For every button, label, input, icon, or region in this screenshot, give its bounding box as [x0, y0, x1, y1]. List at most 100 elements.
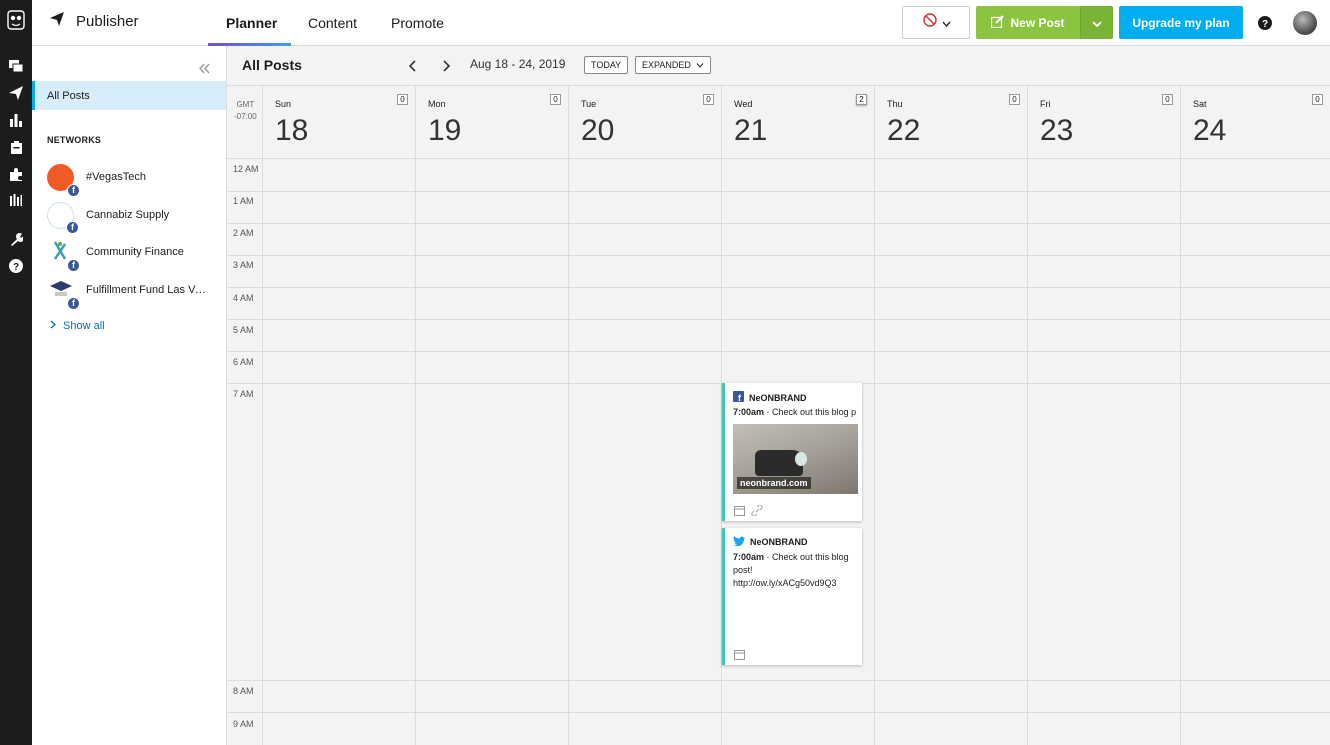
sidebar-network-cannabiz[interactable]: f Cannabiz Supply: [47, 201, 222, 234]
post-count-badge: 2: [856, 94, 867, 105]
day-number: 21: [734, 114, 768, 147]
day-column-divider: [415, 159, 416, 745]
help-icon[interactable]: ?: [8, 258, 24, 274]
sidebar-network-vegastech[interactable]: f #VegasTech: [47, 163, 222, 197]
view-dropdown-label: EXPANDED: [642, 60, 691, 70]
analytics-icon[interactable]: [8, 112, 24, 128]
hour-label: 9 AM: [233, 719, 254, 729]
page-title: All Posts: [242, 57, 302, 73]
chevron-down-icon: [941, 14, 951, 32]
post-text: 7:00am · Check out this blog p: [733, 406, 859, 419]
hour-divider: [227, 255, 1330, 256]
new-post-label: New Post: [1010, 15, 1065, 30]
calendar-icon[interactable]: [734, 647, 745, 665]
day-column-divider: [1180, 159, 1181, 745]
app-rail: ?: [0, 0, 32, 745]
calendar-header: GMT -07:00 Sun 18 0 Mon 19 0 Tue 20 0 Wed 21 2 T…: [227, 85, 1330, 159]
chevron-down-icon: [1092, 14, 1102, 32]
post-account: NeONBRAND: [749, 392, 807, 403]
sidebar-network-community-finance[interactable]: f Community Finance: [47, 238, 222, 272]
post-time: 7:00am: [733, 407, 765, 417]
day-name: Fri: [1040, 99, 1051, 109]
post-card-header: f NeONBRAND: [733, 391, 807, 404]
new-post-dropdown-button[interactable]: [1080, 6, 1113, 39]
link-icon[interactable]: [751, 503, 763, 521]
timezone-label: GMT -07:00: [234, 100, 257, 121]
day-name: Sun: [275, 99, 292, 109]
hour-label: 12 AM: [233, 164, 259, 174]
calendar-icon[interactable]: [734, 503, 745, 521]
hour-label: 3 AM: [233, 260, 254, 270]
post-count-badge: 0: [1009, 94, 1020, 105]
post-body: · Check out this blog: [766, 552, 849, 562]
campaigns-icon[interactable]: [8, 192, 24, 208]
preview-object: [795, 452, 807, 466]
day-number: 18: [275, 114, 309, 147]
svg-text:?: ?: [13, 262, 19, 273]
owl-logo-icon[interactable]: [7, 10, 25, 30]
day-header-wed: Wed 21 2: [721, 86, 874, 159]
tools-wrench-icon[interactable]: [8, 231, 24, 247]
chevron-down-icon: [696, 60, 704, 70]
tab-promote[interactable]: Promote: [391, 0, 444, 46]
post-card[interactable]: f NeONBRAND 7:00am · Check out this blog…: [722, 383, 862, 521]
planner-calendar: All Posts Aug 18 - 24, 2019 TODAY EXPAND…: [227, 46, 1330, 745]
link-preview-image[interactable]: neonbrand.com: [733, 424, 858, 494]
day-header-tue: Tue 20 0: [568, 86, 721, 159]
day-number: 23: [1040, 114, 1074, 147]
day-column-divider: [262, 159, 263, 745]
post-card-header: NeONBRAND: [733, 536, 808, 548]
help-icon[interactable]: ?: [1257, 15, 1273, 31]
day-number: 24: [1193, 114, 1227, 147]
today-button[interactable]: TODAY: [584, 56, 629, 74]
show-all-link[interactable]: Show all: [50, 320, 105, 332]
day-name: Mon: [428, 99, 446, 109]
hour-label: 2 AM: [233, 228, 254, 238]
facebook-icon: f: [67, 296, 80, 310]
upgrade-plan-button[interactable]: Upgrade my plan: [1119, 6, 1243, 39]
day-number: 22: [887, 114, 921, 147]
post-link: http://ow.ly/xACg50vd9Q3: [733, 578, 837, 588]
network-label: Fulfillment Fund Las Ve...: [86, 284, 210, 296]
assignments-icon[interactable]: [8, 139, 24, 155]
day-header-mon: Mon 19 0: [415, 86, 568, 159]
show-all-label: Show all: [63, 320, 105, 332]
no-filter-icon: [922, 13, 938, 32]
publisher-icon[interactable]: [8, 85, 24, 101]
app-title-label: Publisher: [76, 12, 139, 30]
streams-icon[interactable]: [8, 58, 24, 74]
facebook-icon: f: [67, 258, 80, 272]
next-week-icon[interactable]: [440, 59, 452, 72]
post-text-line: 7:00am · Check out this blog: [733, 551, 861, 564]
facebook-icon: f: [67, 183, 80, 197]
fulfillment-fund-avatar: f: [47, 276, 80, 310]
community-finance-avatar: f: [47, 238, 80, 272]
sidebar-network-fulfillment-fund[interactable]: f Fulfillment Fund Las Ve...: [47, 276, 222, 310]
day-header-sat: Sat 24 0: [1180, 86, 1330, 159]
apps-puzzle-icon[interactable]: [8, 166, 24, 182]
new-post-button[interactable]: New Post: [976, 6, 1080, 39]
hour-label: 7 AM: [233, 389, 254, 399]
collapse-sidebar-icon[interactable]: [198, 61, 211, 79]
post-count-badge: 0: [397, 94, 408, 105]
view-dropdown[interactable]: EXPANDED: [635, 56, 711, 74]
hour-divider: [227, 223, 1330, 224]
previous-week-icon[interactable]: [407, 59, 419, 72]
cannabiz-avatar: f: [47, 201, 79, 234]
hour-divider: [227, 351, 1330, 352]
day-column-divider: [1027, 159, 1028, 745]
day-header-thu: Thu 22 0: [874, 86, 1027, 159]
hour-divider: [227, 680, 1330, 681]
post-card-icons: [734, 647, 745, 665]
sidebar-item-all-posts[interactable]: All Posts: [32, 81, 226, 110]
tab-planner[interactable]: Planner: [226, 0, 277, 46]
app-title: Publisher: [50, 12, 139, 30]
day-number: 20: [581, 114, 615, 147]
day-name: Thu: [887, 99, 903, 109]
filter-dropdown-button[interactable]: [902, 6, 970, 39]
post-card[interactable]: NeONBRAND 7:00am · Check out this blog p…: [722, 528, 862, 665]
user-avatar[interactable]: [1293, 11, 1317, 35]
post-account: NeONBRAND: [750, 537, 808, 547]
day-name: Sat: [1193, 99, 1207, 109]
tab-content[interactable]: Content: [308, 0, 357, 46]
